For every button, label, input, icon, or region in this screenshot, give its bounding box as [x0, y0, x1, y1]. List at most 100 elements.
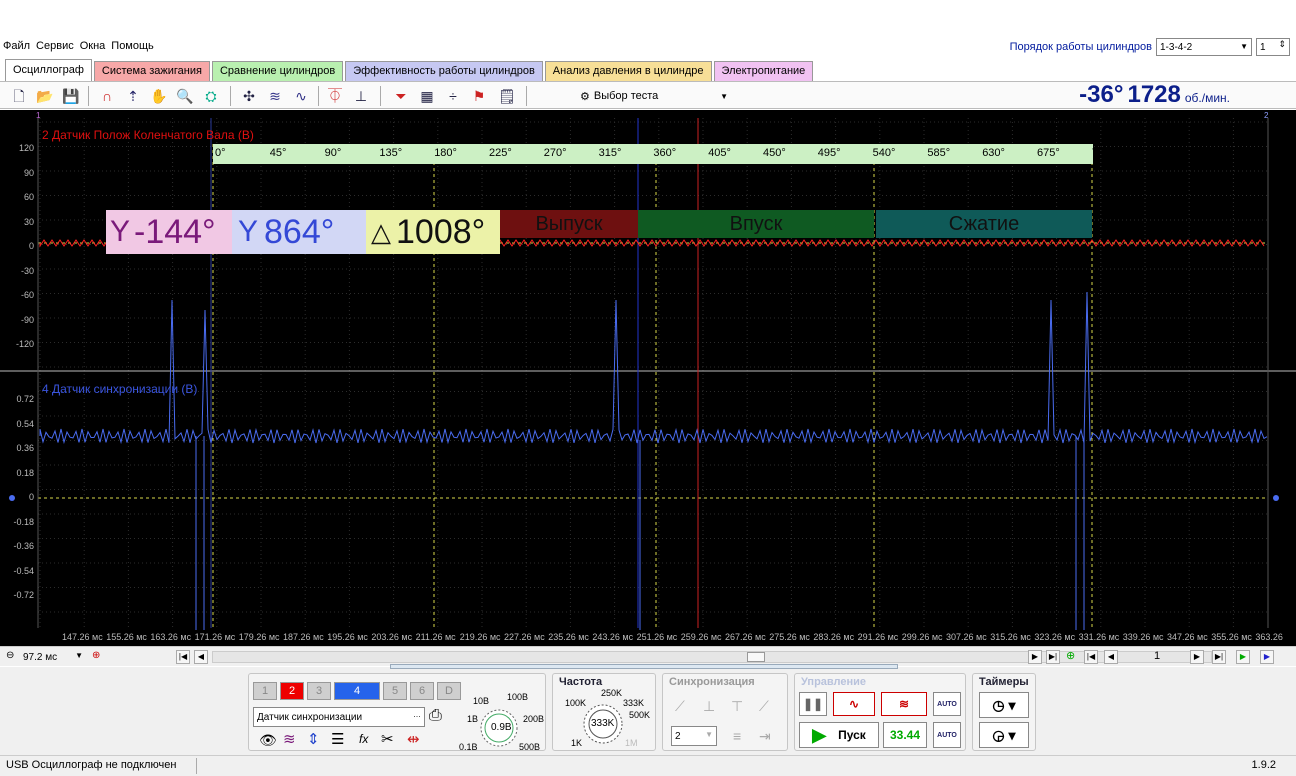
degree-tick: 405° — [708, 147, 731, 159]
open-folder-icon[interactable]: 📂 — [36, 87, 54, 105]
channel-button-4[interactable]: 4 — [334, 682, 380, 700]
sine-mode-button[interactable]: ∿ — [833, 692, 875, 716]
chevron-down-icon: ▼ — [1240, 42, 1248, 51]
trigger-icon[interactable]: ⏁ — [326, 87, 344, 105]
print-icon[interactable]: ⎙ — [429, 707, 442, 725]
ch2-y-tick: -120 — [15, 339, 34, 349]
save-icon[interactable]: 💾 — [62, 87, 80, 105]
tab-4[interactable]: Анализ давления в цилиндре — [544, 61, 712, 81]
sync-channel-select[interactable]: 2 ▼ — [671, 726, 717, 746]
tab-0[interactable]: Осциллограф — [5, 59, 92, 81]
frequency-title: Частота — [559, 676, 603, 688]
cursor2-readout[interactable]: Y 864° — [232, 210, 366, 254]
probe-icon[interactable]: ⛭ — [202, 87, 220, 105]
play-button[interactable]: ▶ — [1236, 650, 1250, 664]
level-up-icon[interactable]: ⊥ — [703, 698, 715, 715]
channel-group: 123456D Датчик синхронизации… ⎙ 👁 ≋ ⇕ ☰ … — [248, 673, 546, 752]
offset-icon[interactable]: ⇹ — [407, 730, 420, 748]
timebase-select[interactable]: 97.2 мс ▼ — [20, 648, 86, 666]
channel-button-1[interactable]: 1 — [253, 682, 277, 700]
menu-service[interactable]: Сервис — [33, 38, 77, 54]
tab-2[interactable]: Сравнение цилиндров — [211, 61, 344, 81]
channel-button-D[interactable]: D — [437, 682, 461, 700]
add-marker-icon[interactable]: ⊕ — [1066, 649, 1075, 662]
zoom-in-icon[interactable]: ⊕ — [92, 650, 100, 661]
degree-tick: 360° — [653, 147, 677, 159]
chevron-down-icon: ▼ — [705, 730, 713, 739]
channel-button-3[interactable]: 3 — [307, 682, 331, 700]
magnet-icon[interactable]: ∩ — [98, 87, 116, 105]
waveform-split-icon[interactable]: ∿ — [292, 87, 310, 105]
zoom-icon[interactable]: 🔍 — [176, 87, 194, 105]
auto-sync-icon[interactable]: ⟋ — [759, 698, 769, 715]
next-frame-button[interactable]: ▶ — [1190, 650, 1204, 664]
sync-level-icon[interactable]: ≡ — [733, 728, 741, 744]
first-frame-button[interactable]: |◀ — [1084, 650, 1098, 664]
tools-icon[interactable]: ✂ — [381, 730, 394, 748]
sync-center-icon[interactable]: ⇥ — [759, 728, 771, 745]
test-select[interactable]: ⚙ Выбор теста ▼ — [578, 86, 736, 106]
noise-mode-button[interactable]: ≋ — [881, 692, 927, 716]
timer1-button[interactable]: ◷ ▾ — [979, 692, 1029, 718]
filter-icon[interactable]: ⏷ — [392, 87, 410, 105]
scrollbar-thumb[interactable] — [747, 652, 765, 662]
menu-file[interactable]: Файл — [0, 38, 33, 54]
status-bar: USB Осциллограф не подключен 1.9.2 — [0, 755, 1296, 776]
notes-icon[interactable]: 🗒 — [498, 87, 516, 105]
status-separator — [196, 758, 197, 774]
waveform-cross-icon[interactable]: ✣ — [240, 87, 258, 105]
wave-icon[interactable]: ≋ — [283, 730, 296, 748]
channel2-label: 2 Датчик Полож Коленчатого Вала (В) — [42, 128, 254, 142]
zero-level-icon[interactable]: ⊥ — [352, 87, 370, 105]
invert-icon[interactable]: ⇕ — [307, 730, 320, 748]
auto-scale-button[interactable]: AUTO — [933, 692, 961, 716]
channel-button-6[interactable]: 6 — [410, 682, 434, 700]
tab-3[interactable]: Эффективность работы цилиндров — [345, 61, 543, 81]
level-down-icon[interactable]: ⊤ — [731, 698, 743, 715]
cylinder-number-spinner[interactable]: 1 ⇕ — [1256, 38, 1290, 56]
marker-left-label: 1 — [36, 111, 41, 120]
timer2-button[interactable]: ◶ ▾ — [979, 722, 1029, 748]
flag-icon[interactable]: ⚑ — [470, 87, 488, 105]
degree-ruler: 0° 45° 90° 135° 180° 225° 270° 315° 360° 405° 450°… — [213, 144, 1115, 164]
oscilloscope-canvas[interactable]: 12 — [0, 110, 1296, 646]
new-file-icon[interactable]: 🗋 — [10, 87, 28, 105]
menu-windows[interactable]: Окна — [77, 38, 109, 54]
zoom-out-icon[interactable]: ⊖ — [6, 650, 14, 661]
tab-1[interactable]: Система зажигания — [93, 61, 210, 81]
degree-tick: 495° — [817, 147, 841, 159]
panel-splitter[interactable] — [390, 664, 898, 669]
horizontal-scrollbar[interactable] — [212, 651, 1212, 663]
next-step-button[interactable]: ▶ — [1028, 650, 1042, 664]
menu-help[interactable]: Помощь — [108, 38, 157, 54]
oscilloscope-view[interactable]: 12 — [0, 110, 1296, 646]
eye-icon[interactable]: 👁 — [259, 732, 277, 749]
start-button[interactable]: ▶ Пуск — [799, 722, 879, 748]
last-step-button[interactable]: ▶| — [1046, 650, 1060, 664]
prev-frame-button[interactable]: ◀ — [1104, 650, 1118, 664]
first-page-button[interactable]: |◀ — [176, 650, 190, 664]
prev-page-button[interactable]: ◀ — [194, 650, 208, 664]
hand-icon[interactable]: ✋ — [150, 87, 168, 105]
more-icon: … — [413, 710, 421, 719]
channel-name-input[interactable]: Датчик синхронизации… — [253, 707, 425, 727]
time-tick: 339.26 мс — [1122, 632, 1164, 642]
cursor1-readout[interactable]: Y -144° — [106, 210, 232, 254]
cylinder-order-select[interactable]: 1-3-4-2 ▼ — [1156, 38, 1252, 56]
waveform-overlay-icon[interactable]: ≋ — [266, 87, 284, 105]
last-frame-button[interactable]: ▶| — [1212, 650, 1226, 664]
time-tick: 275.26 мс — [769, 632, 810, 642]
stroke-band-1: Выпуск — [500, 210, 638, 238]
channel-button-2[interactable]: 2 — [280, 682, 304, 700]
auto-trigger-button[interactable]: AUTO — [933, 722, 961, 748]
cursor-measure-icon[interactable]: ⇡ — [124, 87, 142, 105]
play-forward-button[interactable]: ▶ — [1260, 650, 1274, 664]
lines-icon[interactable]: ☰ — [331, 730, 344, 748]
function-icon[interactable]: fx — [359, 732, 368, 746]
tab-5[interactable]: Электропитание — [713, 61, 814, 81]
channel-button-5[interactable]: 5 — [383, 682, 407, 700]
rising-edge-icon[interactable]: ⟋ — [675, 698, 685, 715]
pause-button[interactable]: ❚❚ — [799, 692, 827, 716]
split-horizontal-icon[interactable]: ÷ — [444, 87, 462, 105]
table-icon[interactable]: ▦ — [418, 87, 436, 105]
